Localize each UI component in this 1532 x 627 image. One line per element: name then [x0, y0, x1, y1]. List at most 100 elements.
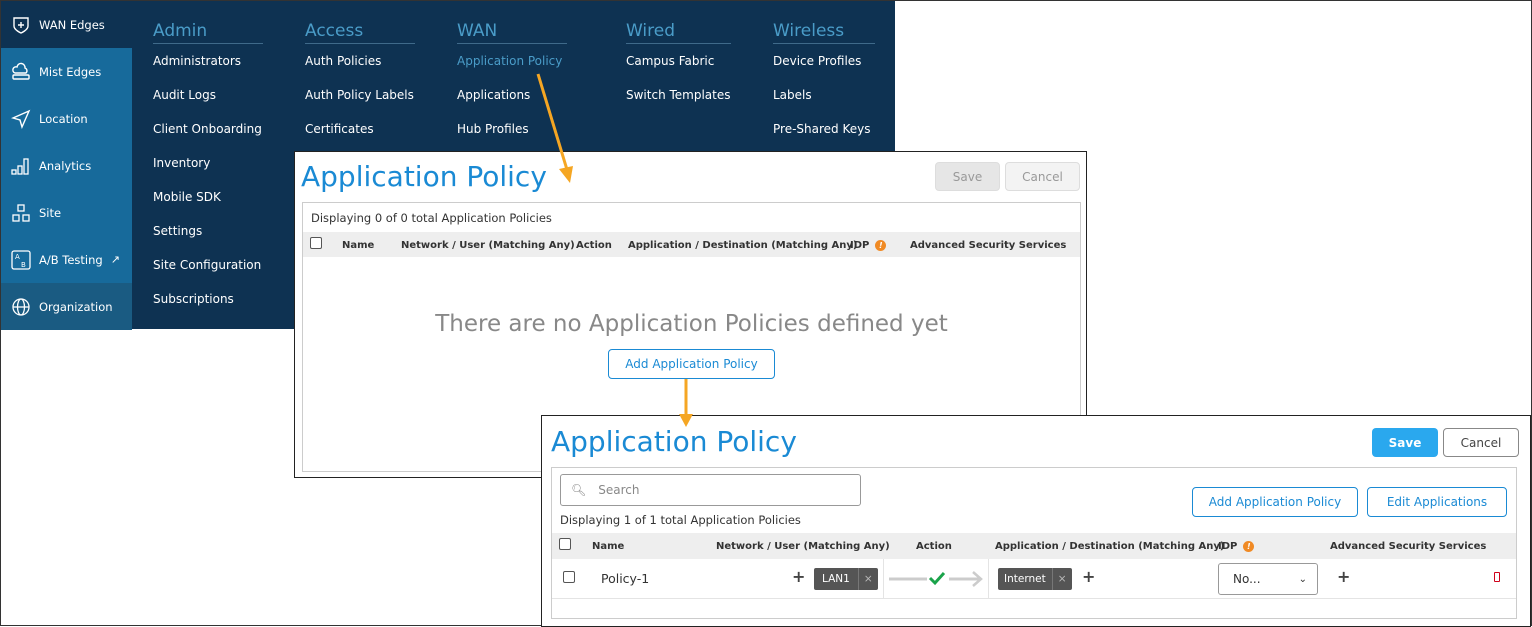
add-application-policy-button[interactable]: Add Application Policy: [608, 349, 775, 379]
sidebar-item-label: Location: [39, 111, 88, 126]
application-policy-panel: Application Policy Save Cancel 🔍︎ Search …: [541, 415, 1531, 627]
idp-select[interactable]: No... ⌄: [1218, 563, 1318, 595]
menu-item[interactable]: Mobile SDK: [153, 190, 263, 224]
add-network-icon[interactable]: +: [792, 567, 805, 586]
policy-name[interactable]: Policy-1: [601, 571, 649, 586]
sidebar-item-mist-edges[interactable]: Mist Edges: [1, 48, 132, 95]
action-allow-arrow-icon[interactable]: [887, 569, 987, 589]
menu-item[interactable]: Site Configuration: [153, 258, 263, 292]
cancel-button[interactable]: Cancel: [1443, 428, 1519, 457]
sidebar-item-location[interactable]: Location: [1, 95, 132, 142]
svg-text:A: A: [15, 253, 20, 261]
table-header: Name Network / User (Matching Any) Actio…: [303, 232, 1080, 257]
save-button[interactable]: Save: [935, 162, 1000, 191]
cloud-icon: [12, 62, 30, 80]
column-application: Application / Destination (Matching Any): [628, 240, 858, 251]
sidebar-item-analytics[interactable]: Analytics: [1, 142, 132, 189]
menu-column-wan: WAN Application Policy Applications Hub …: [457, 21, 567, 156]
column-name: Name: [592, 541, 625, 552]
menu-item[interactable]: Client Onboarding: [153, 122, 263, 156]
policy-table: 🔍︎ Search Add Application Policy Edit App…: [551, 467, 1517, 619]
site-icon: [12, 203, 30, 222]
column-idp-label: IDP: [1218, 541, 1238, 552]
sidebar-item-label: Organization: [39, 299, 113, 314]
chevron-down-icon: ⌄: [1298, 573, 1307, 585]
sidebar: WAN Edges Mist Edges Location Analytics …: [1, 1, 132, 330]
menu-item[interactable]: Switch Templates: [626, 88, 731, 122]
sidebar-item-label: A/B Testing: [39, 252, 103, 267]
menu-column-access: Access Auth Policies Auth Policy Labels …: [305, 21, 415, 156]
search-placeholder: Search: [598, 483, 640, 497]
menu-item-application-policy[interactable]: Application Policy: [457, 54, 567, 88]
column-network: Network / User (Matching Any): [401, 240, 575, 251]
menu-item[interactable]: Audit Logs: [153, 88, 263, 122]
menu-item[interactable]: Labels: [773, 88, 875, 122]
column-idp: IDP!: [850, 240, 887, 251]
remove-network-icon[interactable]: ×: [857, 568, 878, 590]
menu-column-title: Admin: [153, 21, 263, 44]
destination-chip-label: Internet: [1004, 573, 1046, 585]
menu-column-title: Wireless: [773, 21, 875, 44]
add-destination-icon[interactable]: +: [1082, 567, 1095, 586]
search-input[interactable]: 🔍︎ Search: [560, 474, 861, 506]
network-chip: LAN1 ×: [814, 568, 878, 590]
menu-item[interactable]: Device Profiles: [773, 54, 875, 88]
sidebar-item-wan-edges[interactable]: WAN Edges: [1, 1, 132, 48]
edit-applications-button[interactable]: Edit Applications: [1367, 487, 1507, 517]
policy-count: Displaying 1 of 1 total Application Poli…: [560, 513, 801, 527]
search-icon: 🔍︎: [571, 483, 587, 497]
menu-item[interactable]: Campus Fabric: [626, 54, 731, 88]
info-icon: !: [1243, 541, 1255, 552]
page-title: Application Policy: [551, 425, 797, 458]
external-link-icon: ↗: [110, 253, 120, 266]
menu-item[interactable]: Administrators: [153, 54, 263, 88]
cancel-button[interactable]: Cancel: [1005, 162, 1080, 191]
add-security-service-icon[interactable]: +: [1337, 567, 1350, 586]
policy-count: Displaying 0 of 0 total Application Poli…: [311, 211, 552, 225]
menu-column-title: Access: [305, 21, 415, 44]
sidebar-item-organization[interactable]: Organization: [1, 283, 132, 330]
row-checkbox[interactable]: [563, 571, 575, 583]
menu-column-wireless: Wireless Device Profiles Labels Pre-Shar…: [773, 21, 875, 156]
delete-icon[interactable]: [1494, 572, 1500, 582]
column-idp-label: IDP: [850, 240, 870, 251]
destination-chip: Internet ×: [998, 568, 1072, 590]
menu-item[interactable]: Subscriptions: [153, 292, 263, 326]
menu-column-wired: Wired Campus Fabric Switch Templates: [626, 21, 731, 122]
menu-item[interactable]: Auth Policies: [305, 54, 415, 88]
sidebar-item-label: Site: [39, 205, 62, 220]
select-all-checkbox[interactable]: [559, 538, 571, 550]
navigation-icon: [11, 109, 31, 129]
menu-column-title: Wired: [626, 21, 731, 44]
sidebar-item-label: Mist Edges: [39, 64, 102, 79]
column-application: Application / Destination (Matching Any): [995, 541, 1225, 552]
bar-chart-icon: [11, 157, 29, 175]
sidebar-item-label: Analytics: [39, 158, 92, 173]
globe-icon: [12, 297, 30, 316]
network-chip-label: LAN1: [822, 573, 850, 585]
empty-message: There are no Application Policies define…: [435, 311, 948, 337]
ab-testing-icon: AB: [11, 249, 31, 270]
column-action: Action: [576, 240, 612, 251]
menu-item[interactable]: Auth Policy Labels: [305, 88, 415, 122]
remove-destination-icon[interactable]: ×: [1051, 568, 1072, 590]
menu-column-title: WAN: [457, 21, 567, 44]
shield-plus-icon: [13, 16, 29, 34]
column-action: Action: [916, 541, 952, 552]
column-security: Advanced Security Services: [910, 240, 1067, 251]
page-title: Application Policy: [301, 160, 547, 193]
menu-item[interactable]: Applications: [457, 88, 567, 122]
select-all-checkbox[interactable]: [310, 237, 322, 249]
sidebar-item-ab-testing[interactable]: AB A/B Testing ↗: [1, 236, 132, 283]
menu-column-admin: Admin Administrators Audit Logs Client O…: [153, 21, 263, 326]
info-icon: !: [875, 240, 887, 251]
menu-item[interactable]: Settings: [153, 224, 263, 258]
column-network: Network / User (Matching Any): [716, 541, 890, 552]
sidebar-item-site[interactable]: Site: [1, 189, 132, 236]
add-application-policy-button[interactable]: Add Application Policy: [1192, 487, 1358, 517]
table-row[interactable]: Policy-1 + LAN1 × Internet × + No... ⌄ +: [552, 559, 1516, 599]
table-header: Name Network / User (Matching Any) Actio…: [552, 533, 1516, 559]
column-security: Advanced Security Services: [1330, 541, 1487, 552]
menu-item[interactable]: Inventory: [153, 156, 263, 190]
save-button[interactable]: Save: [1372, 428, 1438, 457]
